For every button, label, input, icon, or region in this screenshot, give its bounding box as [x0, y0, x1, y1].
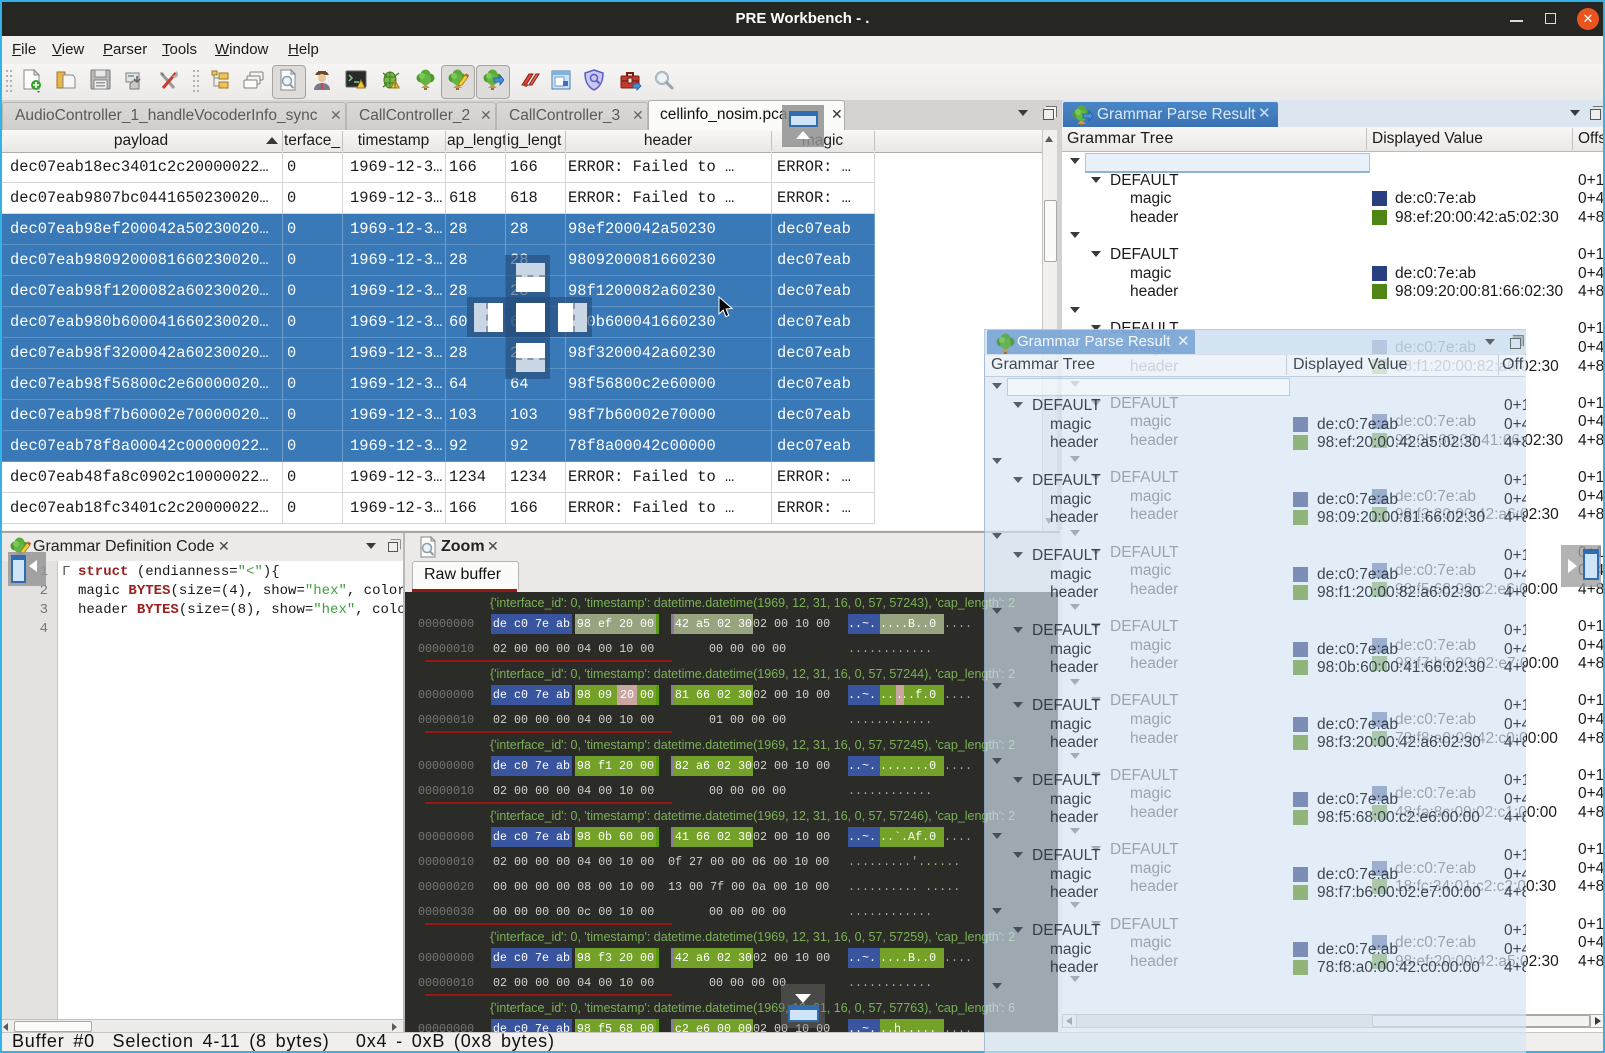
svg-text:!: !	[364, 83, 366, 90]
svg-text:!: !	[394, 83, 396, 90]
